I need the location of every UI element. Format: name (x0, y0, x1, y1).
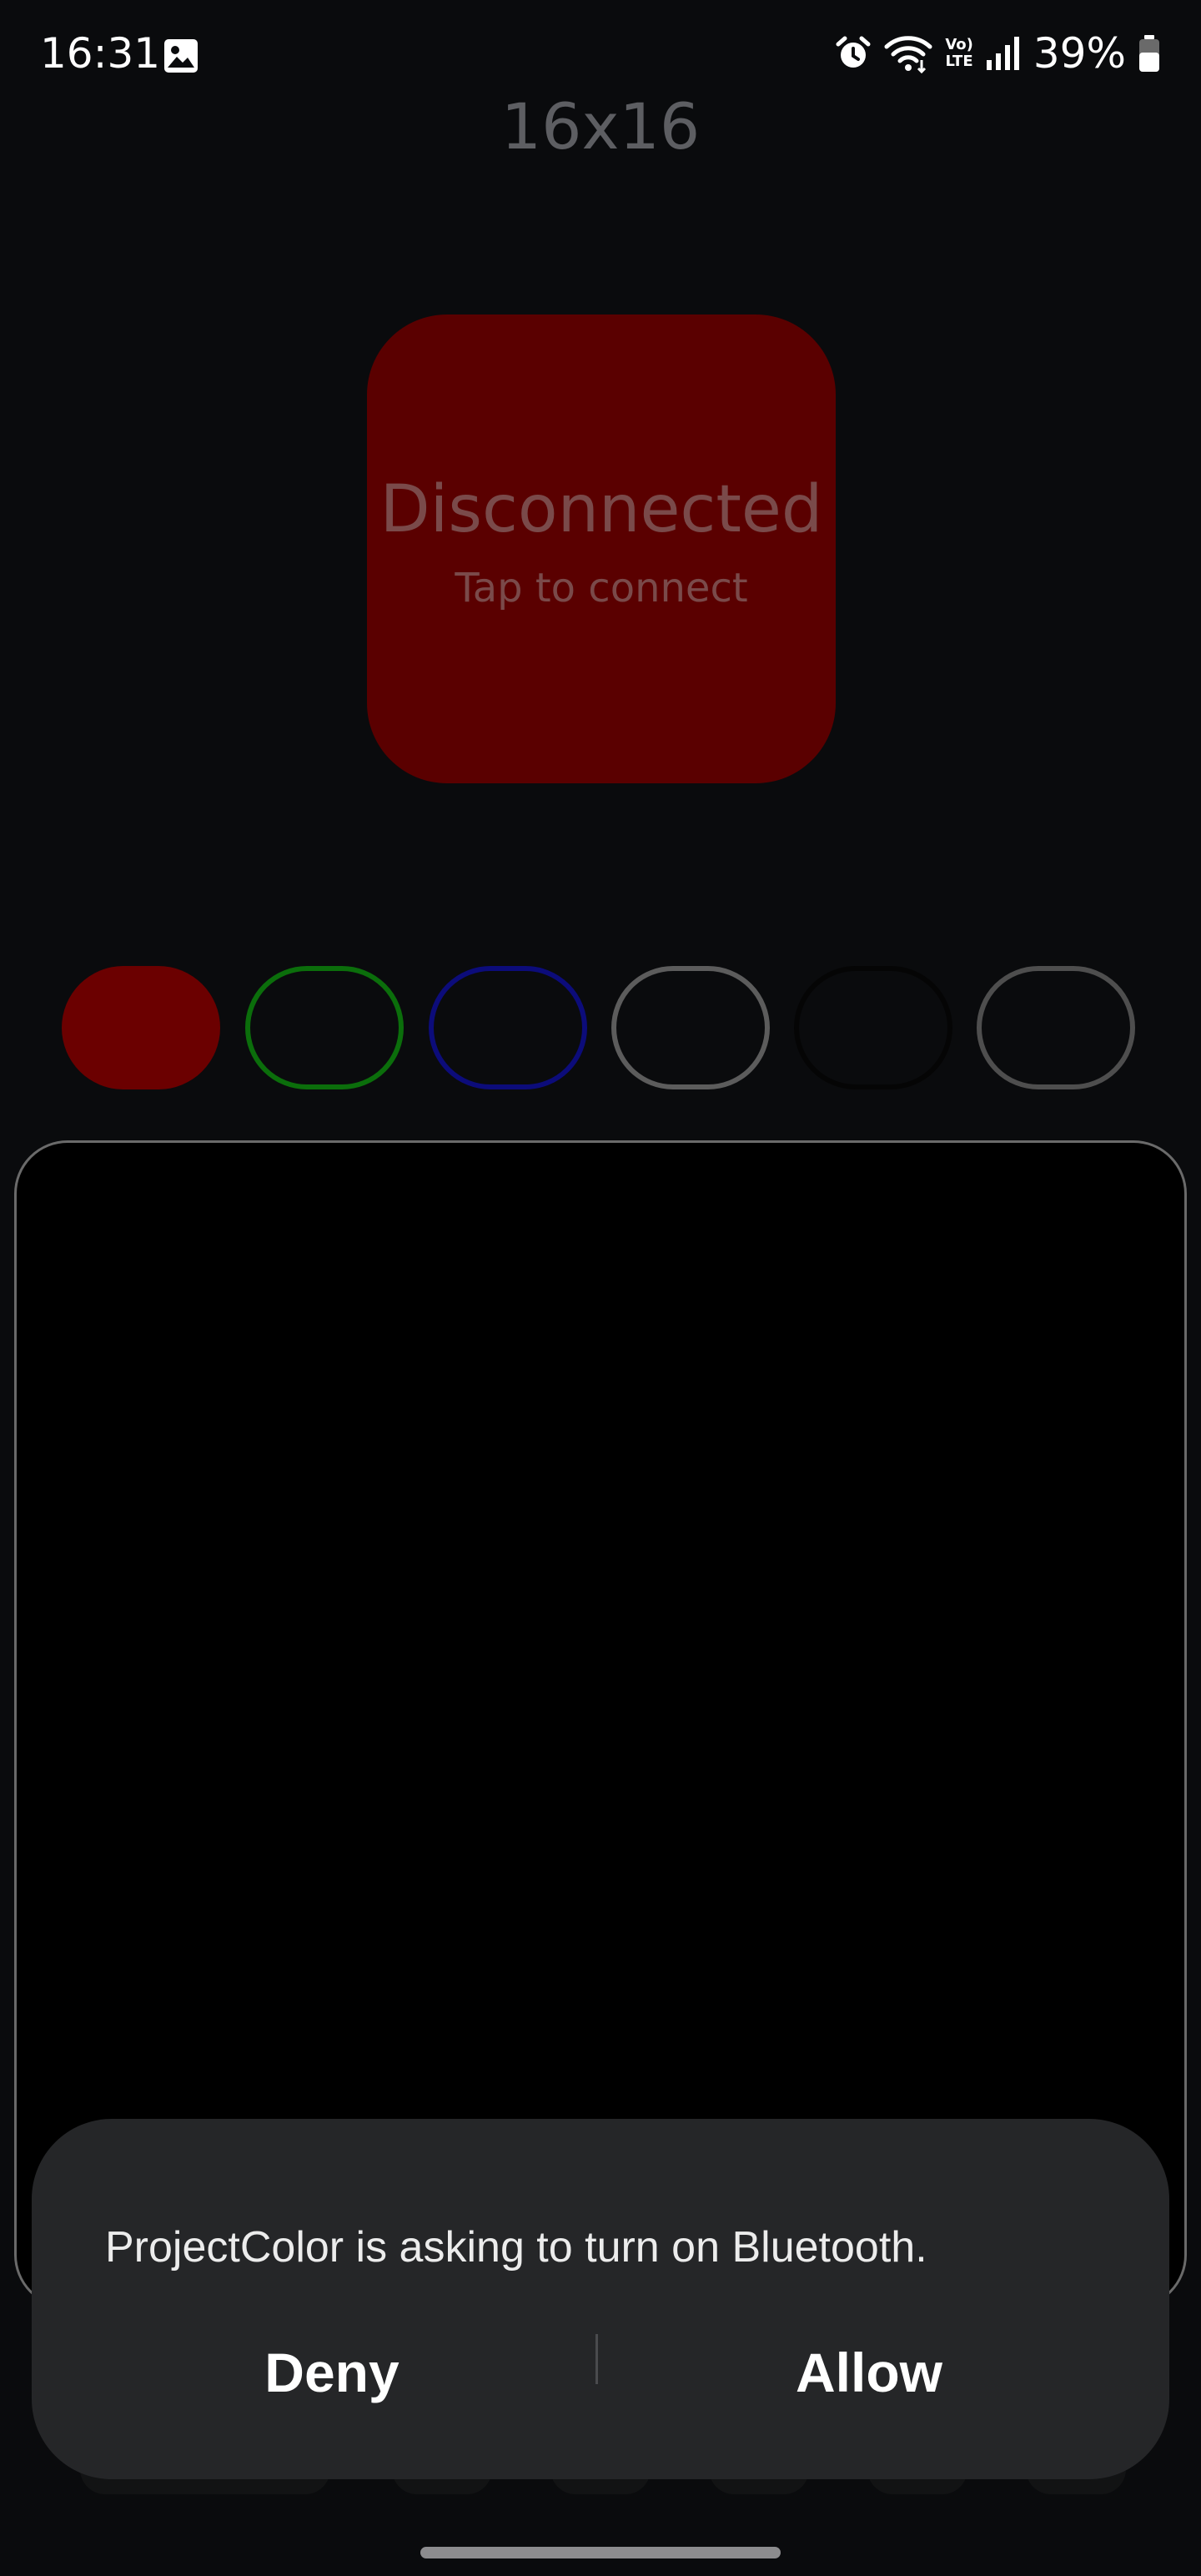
status-time: 16:31 (40, 29, 161, 78)
connect-button[interactable]: Disconnected Tap to connect (367, 314, 836, 783)
color-swatch-white[interactable] (611, 966, 770, 1089)
color-swatch-red[interactable] (62, 966, 220, 1089)
image-icon (164, 39, 198, 73)
bluetooth-permission-dialog: ProjectColor is asking to turn on Blueto… (32, 2119, 1169, 2479)
home-indicator[interactable] (420, 2547, 781, 2558)
button-divider (595, 2334, 598, 2384)
app-screen: 16:31 Vo) LTE 39% 16x16 Disconnected Tap… (0, 0, 1201, 2576)
color-swatch-blue[interactable] (429, 966, 587, 1089)
color-swatch-black[interactable] (794, 966, 952, 1089)
alarm-icon (836, 36, 871, 68)
dialog-message: ProjectColor is asking to turn on Blueto… (105, 2223, 927, 2272)
page-title: 16x16 (500, 89, 701, 164)
color-swatch-green[interactable] (245, 966, 404, 1089)
connection-hint: Tap to connect (455, 565, 748, 611)
wifi-icon (884, 36, 932, 73)
signal-icon (986, 37, 1019, 70)
battery-percent: 39% (1033, 29, 1126, 78)
allow-button[interactable]: Allow (619, 2322, 1119, 2423)
volte-indicator: Vo) LTE (945, 36, 973, 70)
status-icons: Vo) LTE 39% (835, 25, 1161, 82)
connection-status: Disconnected (379, 472, 823, 547)
battery-icon (1139, 35, 1159, 72)
deny-button[interactable]: Deny (82, 2322, 582, 2423)
color-swatch-gray[interactable] (977, 966, 1135, 1089)
